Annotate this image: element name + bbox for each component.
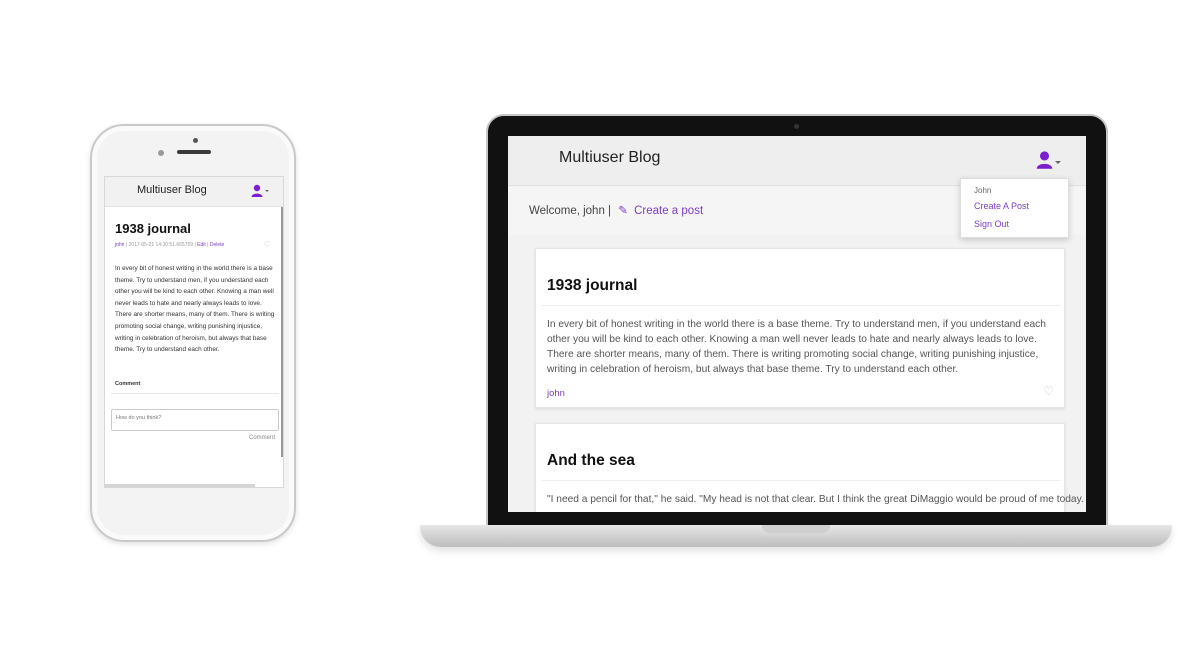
user-icon[interactable] xyxy=(1036,150,1053,169)
welcome-text: Welcome, john | xyxy=(529,205,612,217)
laptop-screen: Multiuser Blog Welcome, john | ✎ Create … xyxy=(508,136,1086,512)
pencil-icon[interactable]: ✎ xyxy=(618,203,628,217)
welcome-line: Welcome, john | ✎ Create a post xyxy=(529,203,703,217)
post-title[interactable]: 1938 journal xyxy=(115,221,191,236)
divider xyxy=(111,393,279,394)
comment-label: Comment xyxy=(115,381,141,387)
post-timestamp: 2017-05-21 14:30:51.665769 xyxy=(128,242,194,248)
phone-screen: Multiuser Blog 1938 journal john | 2017-… xyxy=(104,176,284,488)
phone-brand[interactable]: Multiuser Blog xyxy=(137,184,207,196)
user-dropdown-menu: John Create A Post Sign Out xyxy=(960,178,1069,238)
dropdown-username: John xyxy=(974,186,992,195)
heart-icon[interactable]: ♡ xyxy=(1043,384,1054,398)
laptop-brand[interactable]: Multiuser Blog xyxy=(559,149,660,167)
phone-navbar: Multiuser Blog xyxy=(105,177,283,207)
post-author[interactable]: john xyxy=(115,242,124,248)
caret-down-icon[interactable] xyxy=(1055,161,1061,164)
phone-sensor xyxy=(158,150,164,156)
post-card: And the sea "I need a pencil for that," … xyxy=(535,423,1086,512)
delete-link[interactable]: Delete xyxy=(210,242,224,248)
phone-device: Multiuser Blog 1938 journal john | 2017-… xyxy=(90,124,296,542)
post-title[interactable]: 1938 journal xyxy=(547,277,637,295)
post-body: In every bit of honest writing in the wo… xyxy=(547,319,1046,375)
divider xyxy=(542,480,1060,481)
post-body: In every bit of honest writing in the wo… xyxy=(115,265,275,354)
laptop-camera xyxy=(794,124,799,129)
scrollbar[interactable] xyxy=(281,207,283,457)
user-icon[interactable] xyxy=(251,184,263,197)
laptop-notch xyxy=(762,525,830,533)
comment-button[interactable]: Comment xyxy=(249,435,275,441)
bottom-bar xyxy=(105,484,255,487)
create-post-link[interactable]: Create a post xyxy=(634,205,703,217)
phone-speaker xyxy=(177,150,211,154)
laptop-base xyxy=(420,525,1172,547)
edit-link[interactable]: Edit xyxy=(197,242,206,248)
laptop-lid: Multiuser Blog Welcome, john | ✎ Create … xyxy=(486,114,1108,528)
menu-item-sign-out[interactable]: Sign Out xyxy=(974,219,1009,229)
caret-down-icon[interactable] xyxy=(265,190,269,192)
phone-camera xyxy=(193,138,198,143)
divider xyxy=(542,305,1060,306)
post-card: 1938 journal In every bit of honest writ… xyxy=(535,248,1065,408)
heart-icon[interactable]: ♡ xyxy=(264,240,271,249)
post-title[interactable]: And the sea xyxy=(547,452,635,470)
menu-item-create-post[interactable]: Create A Post xyxy=(974,201,1029,211)
post-meta: john | 2017-05-21 14:30:51.665769 | Edit… xyxy=(115,242,225,248)
comment-input[interactable]: How do you think? xyxy=(111,409,279,431)
post-author[interactable]: john xyxy=(547,388,565,399)
post-body: "I need a pencil for that," he said. "My… xyxy=(547,494,1086,505)
